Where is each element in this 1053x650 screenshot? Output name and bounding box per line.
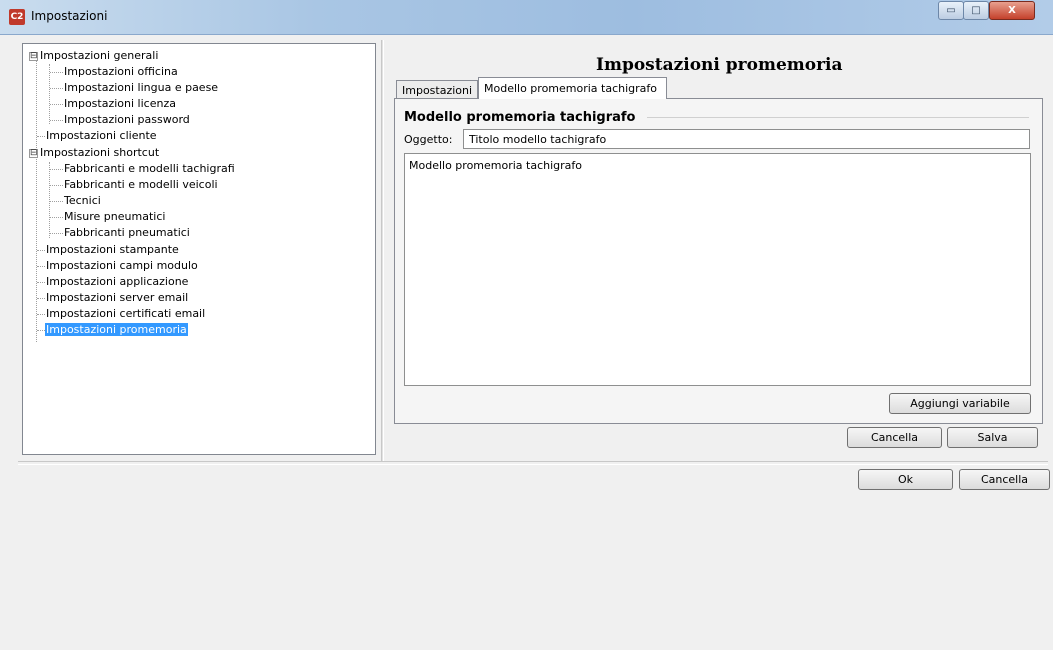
cancel-template-button[interactable]: Cancella: [847, 427, 942, 448]
tree-item-label: Impostazioni licenza: [64, 97, 176, 110]
tree-item-label: Fabbricanti pneumatici: [64, 226, 190, 239]
tab-modello-promemoria[interactable]: Modello promemoria tachigrafo: [478, 77, 667, 99]
tree-connector: [49, 162, 50, 238]
tree-item-label: Fabbricanti e modelli veicoli: [64, 178, 218, 191]
splitter[interactable]: [381, 40, 384, 461]
group-title: Modello promemoria tachigrafo: [404, 110, 636, 125]
tree-item-password[interactable]: Impostazioni password: [63, 112, 191, 128]
tab-impostazioni[interactable]: Impostazioni: [396, 80, 478, 99]
collapse-icon[interactable]: ⊟: [29, 149, 38, 158]
maximize-button[interactable]: □: [963, 1, 989, 20]
group-divider: [647, 117, 1029, 118]
tree-connector: [50, 217, 63, 218]
tree-connector: [37, 314, 45, 315]
tree-item-label: Misure pneumatici: [64, 210, 166, 223]
tree-connector: [50, 185, 63, 186]
page-title: Impostazioni promemoria: [596, 55, 843, 75]
tree-connector: [37, 136, 45, 137]
cancel-button[interactable]: Cancella: [959, 469, 1050, 490]
tree-connector: [50, 201, 63, 202]
tree-item-label: Impostazioni applicazione: [46, 275, 189, 288]
close-button[interactable]: X: [989, 1, 1035, 20]
app-icon: C2: [9, 9, 25, 25]
tree-item-label: Impostazioni cliente: [46, 129, 157, 142]
tree-item-server-email[interactable]: Impostazioni server email: [45, 290, 189, 306]
oggetto-input[interactable]: [463, 129, 1030, 149]
tree-connector: [50, 72, 63, 73]
minimize-button[interactable]: ▭: [938, 1, 964, 20]
tree-item-campi-modulo[interactable]: Impostazioni campi modulo: [45, 258, 199, 274]
tree-item-licenza[interactable]: Impostazioni licenza: [63, 96, 177, 112]
tree-item-applicazione[interactable]: Impostazioni applicazione: [45, 274, 189, 290]
collapse-icon[interactable]: ⊟: [29, 52, 38, 61]
tree-item-certificati-email[interactable]: Impostazioni certificati email: [45, 306, 206, 322]
tree-item-impostazioni-generali[interactable]: ⊟ Impostazioni generali: [29, 48, 159, 64]
tree-item-modelli-tachigrafi[interactable]: Fabbricanti e modelli tachigrafi: [63, 161, 236, 177]
tree-connector: [37, 298, 45, 299]
tree-item-label: Impostazioni lingua e paese: [64, 81, 219, 94]
tree-item-label: Impostazioni promemoria: [45, 323, 188, 336]
tree-item-impostazioni-cliente[interactable]: Impostazioni cliente: [45, 128, 158, 144]
window-title: Impostazioni: [31, 9, 108, 23]
tree-connector: [37, 266, 45, 267]
tree-item-stampante[interactable]: Impostazioni stampante: [45, 242, 180, 258]
tree-connector: [37, 250, 45, 251]
tree-connector: [50, 120, 63, 121]
tree-item-fabbricanti-pneumatici[interactable]: Fabbricanti pneumatici: [63, 225, 191, 241]
tree-connector: [50, 88, 63, 89]
tree-connector: [50, 104, 63, 105]
tree-connector: [50, 233, 63, 234]
tree-connector: [50, 169, 63, 170]
footer-divider: [18, 461, 1048, 465]
tree-item-label: Impostazioni campi modulo: [46, 259, 198, 272]
tree-item-label: Impostazioni shortcut: [40, 146, 160, 159]
save-template-button[interactable]: Salva: [947, 427, 1038, 448]
tree-item-label: Impostazioni certificati email: [46, 307, 206, 320]
settings-tree[interactable]: ⊟ Impostazioni generali Impostazioni off…: [22, 43, 376, 455]
tree-item-label: Impostazioni officina: [64, 65, 178, 78]
template-body-editor[interactable]: Modello promemoria tachigrafo: [404, 153, 1031, 386]
tree-item-label: Impostazioni server email: [46, 291, 189, 304]
tree-connector: [36, 59, 37, 342]
add-variable-button[interactable]: Aggiungi variabile: [889, 393, 1031, 414]
tree-item-label: Impostazioni password: [64, 113, 190, 126]
tree-item-lingua-paese[interactable]: Impostazioni lingua e paese: [63, 80, 219, 96]
tree-item-label: Impostazioni generali: [40, 49, 159, 62]
tree-item-modelli-veicoli[interactable]: Fabbricanti e modelli veicoli: [63, 177, 219, 193]
title-bar[interactable]: C2 Impostazioni ▭ □ X: [0, 0, 1053, 35]
tree-item-label: Impostazioni stampante: [46, 243, 179, 256]
tree-item-impostazioni-officina[interactable]: Impostazioni officina: [63, 64, 179, 80]
tree-connector: [37, 282, 45, 283]
tree-item-misure-pneumatici[interactable]: Misure pneumatici: [63, 209, 166, 225]
oggetto-label: Oggetto:: [404, 133, 453, 146]
tree-item-promemoria[interactable]: Impostazioni promemoria: [45, 322, 188, 338]
tree-item-impostazioni-shortcut[interactable]: ⊟ Impostazioni shortcut: [29, 145, 160, 161]
tree-item-label: Tecnici: [64, 194, 101, 207]
ok-button[interactable]: Ok: [858, 469, 953, 490]
tree-item-tecnici[interactable]: Tecnici: [63, 193, 102, 209]
tree-connector: [49, 64, 50, 124]
tree-connector: [37, 330, 45, 331]
tree-item-label: Fabbricanti e modelli tachigrafi: [64, 162, 235, 175]
